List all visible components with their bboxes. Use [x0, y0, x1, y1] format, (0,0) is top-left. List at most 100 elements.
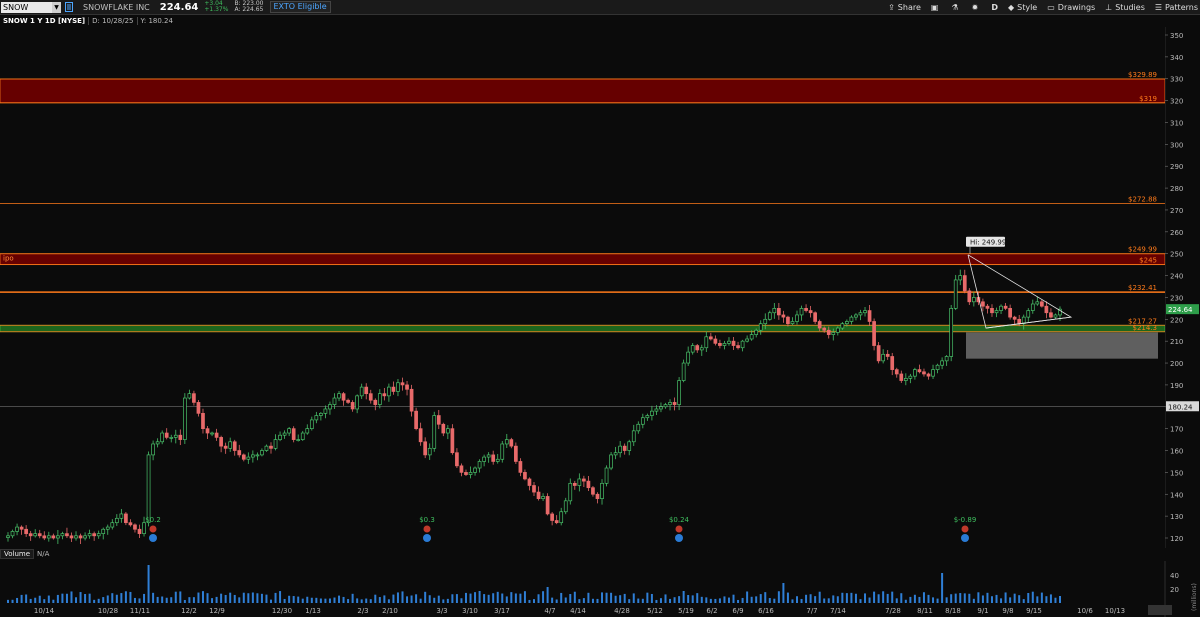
volume-bar	[886, 593, 889, 603]
volume-bar	[832, 595, 835, 603]
volume-bar	[882, 591, 885, 603]
drawings-button[interactable]: ▭ Drawings	[1047, 3, 1095, 12]
volume-bar	[143, 593, 146, 603]
candle-body	[405, 384, 409, 390]
candle-body	[572, 482, 577, 486]
settings-button[interactable]: ✹	[972, 3, 982, 12]
candle-body	[142, 522, 146, 534]
candle-body	[935, 364, 940, 370]
document-icon[interactable]	[65, 2, 73, 12]
candle-body	[699, 347, 704, 351]
candle-body	[346, 399, 350, 403]
candle-body	[269, 445, 273, 449]
price-axis[interactable]: 1201301401501601701801902002102202302402…	[1165, 27, 1200, 548]
chevron-down-icon[interactable]: ▼	[52, 1, 61, 13]
volume-bar	[220, 593, 223, 603]
candle-body	[840, 323, 845, 329]
volume-bar	[188, 597, 191, 603]
patterns-button[interactable]: ☰ Patterns	[1155, 3, 1198, 12]
candle-body	[781, 314, 786, 318]
period-button[interactable]: D	[991, 3, 998, 12]
price-chart[interactable]: ipo $329.89 $319 $272.88 $249.99 $245 $232.41 $…	[0, 27, 1165, 548]
volume-bar	[528, 599, 531, 603]
zone-label-1: ipo	[3, 255, 14, 263]
candle-body	[509, 439, 514, 447]
candle-body	[28, 533, 33, 537]
volume-bar	[369, 599, 372, 603]
x-axis-label: 5/19	[678, 607, 694, 615]
share-button[interactable]: ⇪ Share	[888, 3, 921, 12]
candle-body	[359, 386, 364, 397]
candle-body	[1044, 305, 1049, 314]
candle-body	[341, 393, 346, 401]
volume-bar	[215, 596, 218, 603]
volume-header: Volume N/A	[0, 548, 1200, 560]
y-tick-label: 200	[1170, 360, 1183, 368]
candle-body	[749, 334, 754, 340]
flask-button[interactable]: ⚗	[951, 3, 961, 12]
style-button[interactable]: ◆ Style	[1008, 3, 1037, 12]
candle-body	[83, 535, 87, 539]
volume-bar	[174, 591, 177, 603]
symbol-input[interactable]: SNOW ▼	[1, 1, 61, 13]
volume-bar	[746, 591, 749, 603]
cursor-date: D: 10/28/25	[89, 16, 138, 25]
zone-3	[966, 332, 1158, 359]
candle-body	[622, 445, 627, 451]
volume-bar	[38, 595, 41, 603]
volume-bar	[578, 599, 581, 603]
zone-2	[0, 324, 1165, 333]
volume-bar	[945, 597, 948, 603]
volume-bar	[378, 597, 381, 603]
exto-badge[interactable]: EXTO Eligible	[269, 1, 331, 13]
studies-button[interactable]: ⊥ Studies	[1105, 3, 1145, 12]
candle-body	[133, 524, 137, 530]
candle-body	[967, 290, 972, 303]
candle-body	[205, 428, 210, 434]
candle-body	[672, 402, 677, 405]
candle-body	[92, 533, 97, 537]
dividend-circle	[675, 534, 683, 542]
volume-bar	[65, 593, 68, 603]
y-tick-label: 320	[1170, 98, 1183, 106]
high-label: Hi: 249.99	[966, 236, 1006, 247]
volume-bar	[1049, 594, 1052, 603]
chart-info-bar: SNOW 1 Y 1D [NYSE] D: 10/28/25 Y: 180.24	[0, 15, 176, 26]
candle-body	[949, 308, 954, 357]
print-button[interactable]: ▣	[931, 3, 942, 12]
candle-body	[37, 533, 42, 537]
candle-body	[187, 393, 192, 399]
volume-chart[interactable]: 10/14 10/28 11/11 12/2 12/9 12/30 1/13 2/3 2/10 3…	[0, 561, 1200, 617]
candle-body	[740, 340, 745, 349]
candle-body	[849, 316, 854, 322]
volume-bar	[605, 592, 608, 603]
cursor-value: Y: 180.24	[140, 16, 173, 25]
candle-body	[772, 308, 777, 314]
candle-body	[600, 482, 604, 499]
volume-bar	[918, 596, 921, 603]
volume-bar	[211, 598, 214, 603]
y-tick-label: 130	[1170, 513, 1183, 521]
change-pct: +1.37%	[204, 6, 229, 13]
share-icon: ⇪	[888, 2, 895, 12]
volume-bar	[383, 595, 386, 603]
candle-body	[926, 373, 931, 377]
candle-body	[777, 308, 781, 316]
x-axis-label: 2/10	[382, 607, 398, 615]
volume-bar	[709, 598, 712, 603]
candle-body	[677, 380, 681, 405]
bid-ask: B: 223.00 A: 224.65	[234, 1, 263, 13]
candle-body	[518, 461, 523, 473]
candle-body	[178, 434, 183, 440]
volume-bar	[1040, 592, 1043, 603]
earnings-circle	[423, 525, 431, 533]
volume-bar	[646, 592, 649, 603]
volume-bar	[542, 591, 545, 603]
volume-bar	[61, 593, 64, 603]
volume-bar	[424, 591, 427, 603]
y-tick-label: 210	[1170, 338, 1183, 346]
candle-body	[736, 345, 740, 349]
volume-bar	[406, 596, 409, 603]
volume-bar	[1036, 596, 1039, 603]
earnings-circle	[961, 525, 969, 533]
